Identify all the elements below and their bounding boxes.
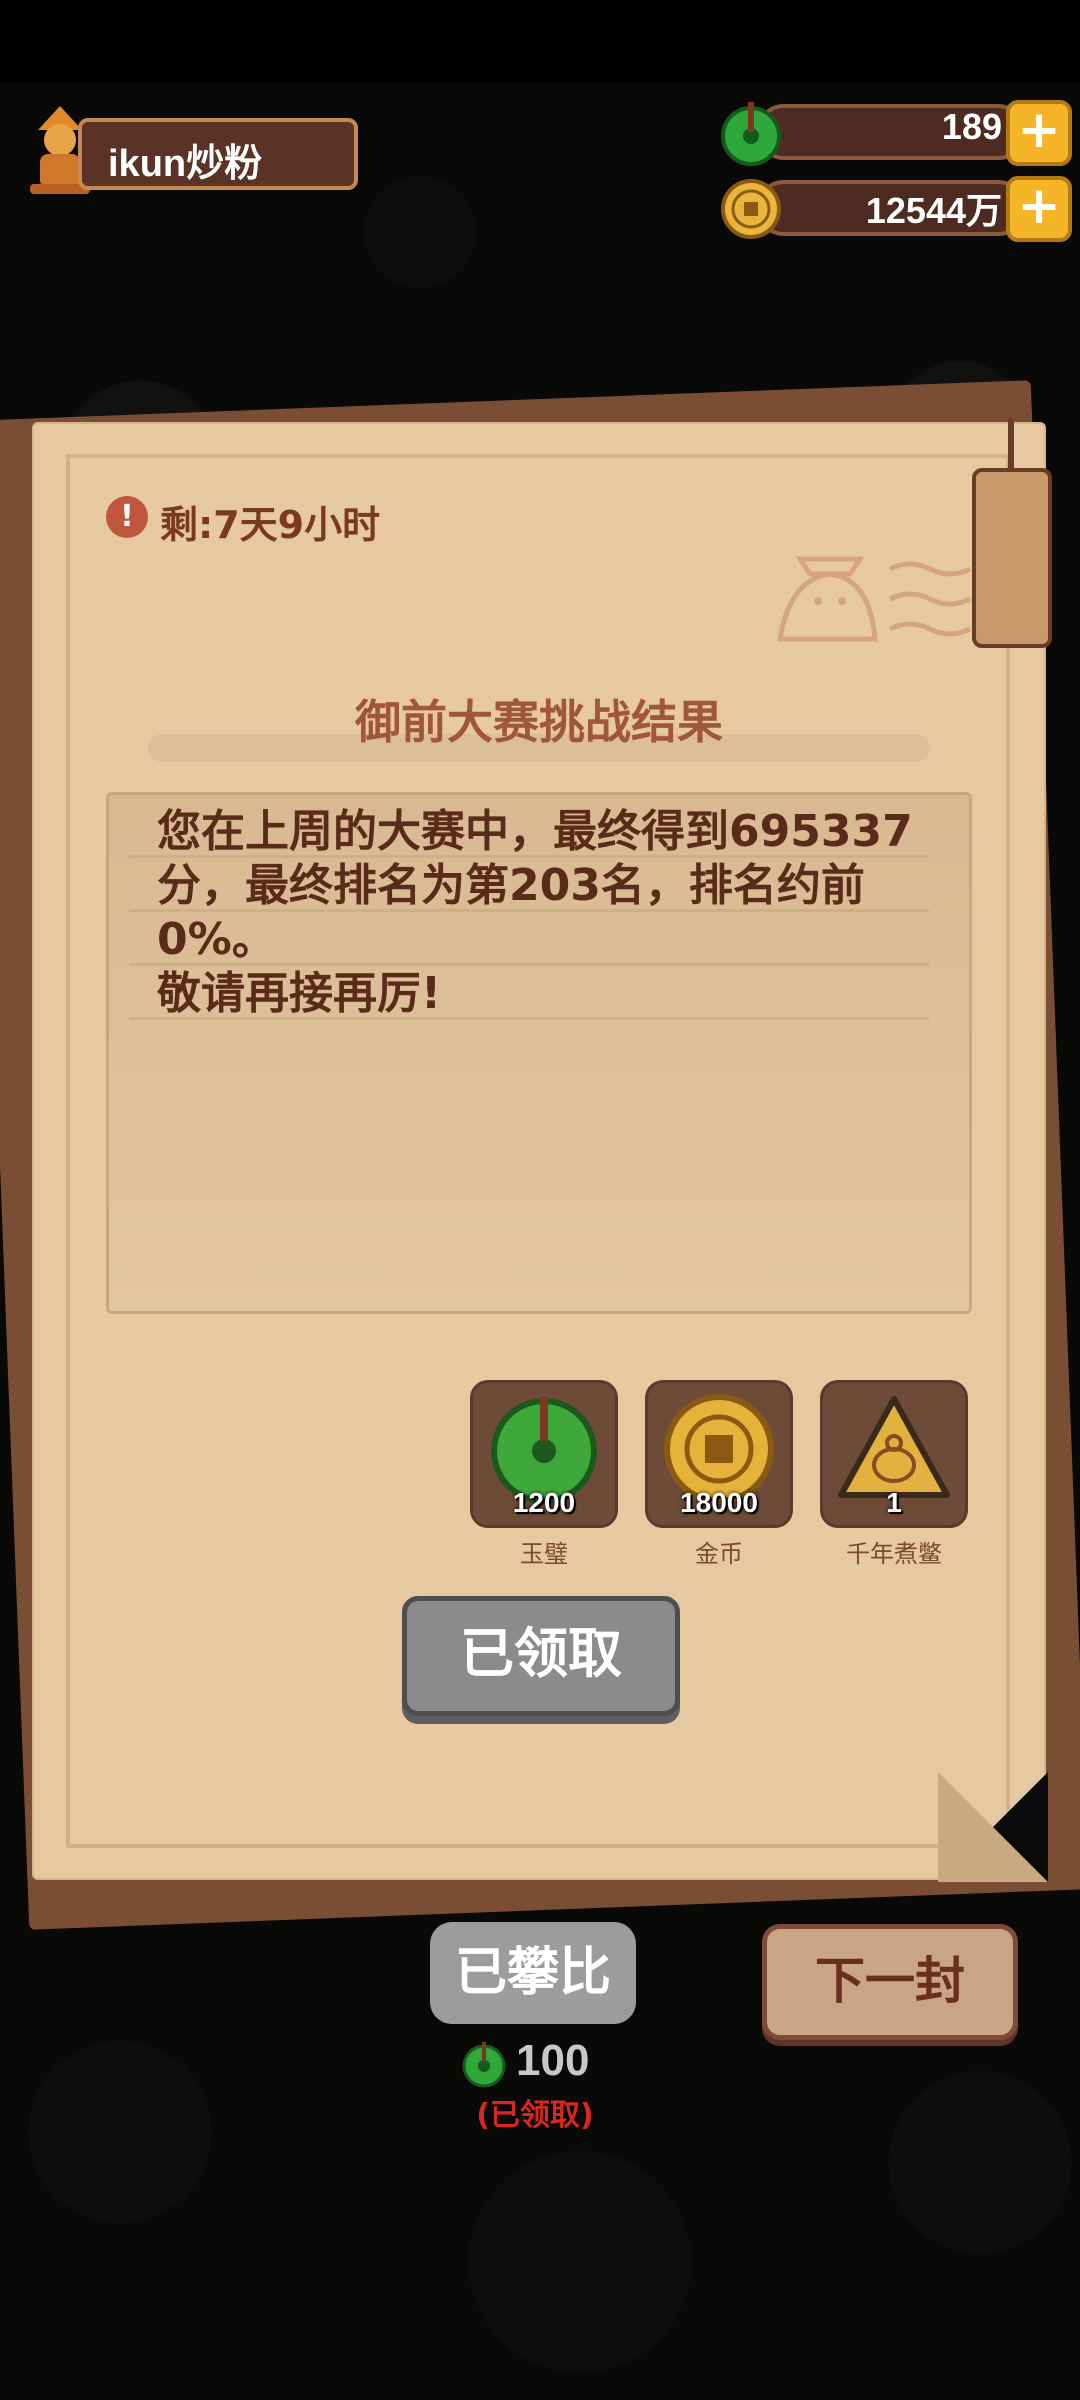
reward-count: 1200	[512, 1487, 576, 1518]
climb-button[interactable]: 已攀比	[430, 1922, 636, 2024]
player-badge[interactable]: ikun炒粉	[20, 100, 358, 198]
claimed-button[interactable]: 已领取	[402, 1596, 680, 1716]
jade-icon	[462, 2042, 506, 2088]
status-bar	[0, 0, 1080, 82]
letter-title: 御前大赛挑战结果	[355, 695, 723, 749]
reward-count: 1	[886, 1487, 902, 1518]
climb-reward-status: (已领取)	[476, 2098, 594, 2133]
alert-icon: !	[106, 496, 148, 538]
message-text: 您在上周的大赛中，最终得到695337分，最终排名为第203名，排名约前 0%。…	[157, 806, 913, 1019]
message-box: 您在上周的大赛中，最终得到695337分，最终排名为第203名，排名约前 0%。…	[106, 792, 972, 1314]
gold-value: 12544万	[865, 190, 1002, 231]
reward-gold[interactable]: 18000 金币	[645, 1380, 793, 1569]
climb-reward: 100	[460, 2036, 610, 2092]
reward-label: 金币	[695, 1540, 743, 1568]
next-letter-button[interactable]: 下一封	[762, 1924, 1018, 2040]
player-name-box: ikun炒粉	[78, 118, 358, 190]
add-gold-button[interactable]: +	[1006, 176, 1072, 242]
reward-jade[interactable]: 1200 玉璧	[470, 1380, 618, 1569]
climb-reward-value: 100	[516, 2036, 590, 2085]
folded-corner-flap	[938, 1772, 1048, 1882]
reward-tile: 1200	[470, 1380, 618, 1528]
jade-currency: 189 +	[716, 100, 1072, 166]
reward-label: 千年煮鳖	[846, 1540, 942, 1568]
reward-tile: 1	[820, 1380, 968, 1528]
jade-value: 189	[941, 106, 1002, 147]
reward-label: 玉璧	[520, 1540, 568, 1568]
reward-turtle[interactable]: 1 千年煮鳖	[820, 1380, 968, 1569]
jade-icon	[721, 102, 781, 166]
gold-currency: 12544万 +	[716, 176, 1072, 242]
player-name: ikun炒粉	[108, 143, 263, 185]
tag-body	[972, 468, 1052, 648]
reward-count: 18000	[680, 1487, 758, 1518]
duck-stamp-icon	[777, 556, 972, 642]
reward-tile: 18000	[645, 1380, 793, 1528]
letter-tag	[972, 418, 1052, 648]
gold-coin-icon	[721, 179, 781, 239]
letter-panel: ! 剩:7天9小时 御前大赛挑战结果 您在上周的大赛中，最终得到695337分，…	[34, 418, 1052, 1882]
timer-text: 剩:7天9小时	[160, 503, 381, 547]
add-jade-button[interactable]: +	[1006, 100, 1072, 166]
